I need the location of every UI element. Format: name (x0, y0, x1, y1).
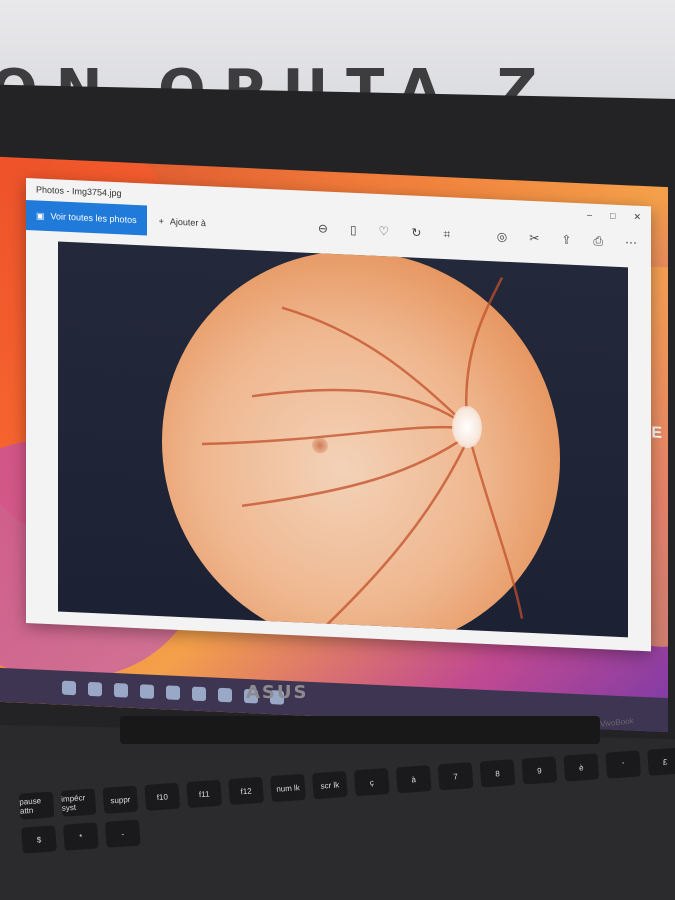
close-button[interactable]: ✕ (633, 211, 641, 222)
favorite-icon[interactable]: ♡ (379, 224, 390, 239)
window-controls: – □ ✕ (587, 209, 641, 222)
keyboard-key[interactable]: 7 (437, 762, 474, 791)
keyboard-key[interactable]: 8 (479, 759, 516, 788)
keyboard-key[interactable]: f12 (228, 776, 264, 806)
delete-icon[interactable]: ▯ (350, 222, 357, 237)
keyboard-key[interactable]: f10 (144, 782, 181, 811)
share-icon[interactable]: ⇪ (561, 232, 571, 247)
share-tools: ◎ ✂ ⇪ ⎙ ⋯ (497, 229, 651, 251)
keyboard-key[interactable]: num lk (270, 773, 306, 803)
optic-disc (452, 405, 482, 449)
print-icon[interactable]: ⎙ (593, 233, 603, 248)
keyboard-key[interactable]: £ (647, 747, 675, 776)
rotate-icon[interactable]: ↻ (411, 225, 421, 240)
laptop-screen: EDIBLE Photos - Img3754.jpg – □ ✕ ▣ Voir… (0, 156, 668, 733)
laptop-brand-logo: ASUS (246, 682, 309, 703)
laptop-hinge (120, 716, 600, 744)
minimize-button[interactable]: – (587, 209, 592, 220)
image-viewer (58, 241, 628, 638)
photos-window: Photos - Img3754.jpg – □ ✕ ▣ Voir toutes… (26, 178, 651, 652)
window-title: Photos - Img3754.jpg (36, 184, 122, 199)
enhance-icon[interactable]: ◎ (497, 229, 507, 244)
keyboard-key[interactable]: - (104, 819, 141, 848)
crop-icon[interactable]: ⌗ (443, 226, 450, 241)
fovea (312, 437, 328, 454)
store-icon[interactable] (218, 687, 232, 703)
see-all-photos-label: Voir toutes les photos (50, 211, 137, 226)
see-all-photos-button[interactable]: ▣ Voir toutes les photos (26, 200, 147, 236)
browser-icon[interactable] (140, 684, 154, 699)
file-explorer-icon[interactable] (114, 683, 128, 698)
keyboard-key[interactable]: impécr syst (60, 788, 97, 817)
edit-create-icon[interactable]: ✂ (529, 230, 539, 245)
mail-icon[interactable] (166, 685, 180, 701)
keyboard-key[interactable]: pause attn (18, 791, 55, 820)
keyboard-key[interactable]: scr lk (312, 770, 348, 800)
zoom-icon[interactable]: ⊖ (318, 221, 328, 236)
edge-icon[interactable] (192, 686, 206, 702)
keyboard-key[interactable]: 9 (521, 756, 558, 785)
add-to-button[interactable]: + Ajouter à (147, 215, 218, 228)
keyboard-key[interactable]: f11 (186, 779, 223, 809)
photos-icon: ▣ (36, 209, 45, 221)
keyboard-key[interactable]: ç (353, 767, 390, 797)
more-icon[interactable]: ⋯ (625, 235, 637, 251)
keyboard-key[interactable]: suppr (102, 785, 139, 814)
add-to-label: Ajouter à (169, 216, 206, 229)
keyboard-key[interactable]: * (63, 822, 99, 851)
blood-vessels (201, 277, 524, 631)
keyboard-key[interactable]: à (395, 765, 432, 794)
retina-fundus-image (162, 242, 560, 638)
edit-tools: ⊖ ▯ ♡ ↻ ⌗ (318, 221, 450, 242)
keyboard-key[interactable]: è (563, 753, 600, 782)
maximize-button[interactable]: □ (610, 210, 615, 221)
search-icon[interactable] (62, 680, 76, 696)
plus-icon: + (158, 216, 164, 227)
task-view-icon[interactable] (88, 681, 102, 697)
keyboard-key[interactable]: ' (605, 750, 642, 779)
keyboard-key[interactable]: $ (21, 825, 57, 854)
